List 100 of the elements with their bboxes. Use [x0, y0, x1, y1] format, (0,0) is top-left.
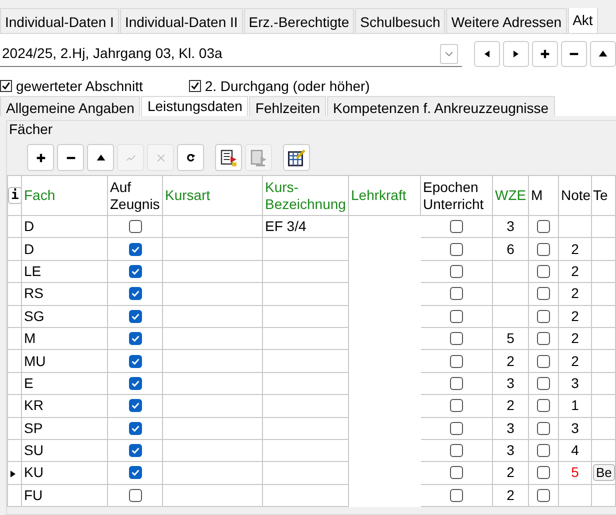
cell-button[interactable]: Be	[593, 464, 614, 482]
table-cell: LE	[22, 260, 108, 283]
triangle-left-button[interactable]	[474, 41, 500, 67]
tab[interactable]: Allgemeine Angaben	[0, 96, 140, 116]
checkbox[interactable]	[450, 354, 463, 368]
column-header: Kurs-Bezeichnung	[262, 176, 348, 216]
checkbox[interactable]	[450, 444, 463, 458]
checkbox[interactable]	[537, 422, 550, 435]
checkbox[interactable]	[537, 332, 550, 346]
checkbox[interactable]	[128, 264, 142, 278]
document-button[interactable]	[215, 144, 242, 171]
checkbox[interactable]	[450, 399, 463, 412]
check-icon	[1, 81, 11, 91]
plus-icon	[540, 49, 550, 59]
checkbox[interactable]	[537, 264, 550, 278]
column-header: WZE	[492, 176, 528, 216]
redo-button[interactable]	[177, 144, 204, 171]
section-dropdown[interactable]: 2024/25, 2.Hj, Jahrgang 03, Kl. 03a	[0, 41, 462, 67]
column-header: Note	[558, 176, 592, 216]
checkbox[interactable]	[537, 354, 550, 368]
tab[interactable]: Leistungsdaten	[141, 96, 248, 116]
table-cell: 2	[558, 327, 592, 350]
table-cell: 5	[492, 327, 528, 350]
plus-icon	[36, 152, 46, 162]
tab[interactable]: Fehlzeiten	[249, 96, 326, 116]
checkbox[interactable]	[450, 287, 463, 300]
checkbox[interactable]	[128, 399, 142, 412]
document-icon	[250, 148, 268, 166]
checkbox[interactable]	[537, 488, 550, 502]
tab[interactable]: Kompetenzen f. Ankreuzzeugnisse	[327, 96, 555, 116]
checkbox[interactable]	[537, 287, 550, 300]
checkbox[interactable]	[450, 422, 463, 435]
column-header: Te	[592, 176, 616, 216]
row-pointer-icon	[8, 468, 18, 479]
plus-button[interactable]	[532, 41, 558, 67]
checkbox[interactable]	[537, 444, 550, 458]
check-icon	[130, 445, 140, 456]
checkbox[interactable]	[188, 80, 201, 92]
checkbox[interactable]	[450, 376, 463, 390]
tab[interactable]: Schulbesuch	[355, 8, 446, 33]
checkbox[interactable]	[537, 466, 550, 480]
checkbox[interactable]	[128, 376, 142, 390]
checkbox[interactable]	[128, 488, 142, 502]
checkbox[interactable]	[450, 488, 463, 502]
tab[interactable]: Individual-Daten II	[120, 8, 243, 33]
triangle-right-button[interactable]	[503, 41, 529, 67]
checkbox[interactable]	[450, 332, 463, 346]
plus-button[interactable]	[27, 144, 54, 171]
info-button[interactable]: i	[8, 187, 20, 204]
row-indicator[interactable]	[8, 462, 22, 484]
checkbox[interactable]	[450, 264, 463, 278]
table-cell: SG	[22, 305, 108, 328]
checkbox[interactable]	[537, 376, 550, 390]
checkbox[interactable]	[537, 220, 550, 234]
checkbox[interactable]	[128, 287, 142, 300]
table-cell: 2	[492, 462, 528, 484]
checkbox[interactable]	[450, 220, 463, 234]
table-cell: FU	[22, 484, 108, 507]
checkbox[interactable]	[450, 466, 463, 480]
table-cell: 3	[492, 439, 528, 462]
table-cell: E	[22, 372, 108, 395]
table-cell: 3	[492, 216, 528, 238]
table-cell: EF 3/4	[262, 216, 348, 238]
table-cell: 2	[558, 260, 592, 283]
table-cell: 4	[558, 439, 592, 462]
table-cell: 1	[558, 394, 592, 418]
tab[interactable]: Individual-Daten I	[0, 8, 119, 33]
table-edit-button[interactable]	[283, 144, 310, 171]
tab[interactable]: Akt	[568, 8, 598, 33]
checkbox[interactable]	[537, 242, 550, 256]
checkbox[interactable]	[128, 354, 142, 368]
cross-icon	[156, 152, 166, 162]
table-cell: SP	[22, 417, 108, 440]
checkbox[interactable]	[128, 332, 142, 346]
table-cell: 3	[492, 372, 528, 395]
table-edit-icon	[288, 148, 306, 166]
checkbox[interactable]	[537, 399, 550, 412]
triangle-right-icon	[511, 49, 521, 59]
minus-button[interactable]	[561, 41, 587, 67]
check-icon	[130, 400, 140, 412]
checkbox[interactable]	[450, 242, 463, 256]
checkbox[interactable]	[537, 310, 550, 323]
minus-button[interactable]	[57, 144, 84, 171]
checkbox[interactable]	[128, 310, 142, 323]
checkbox[interactable]	[450, 310, 463, 323]
checkbox[interactable]	[0, 80, 12, 92]
checkbox[interactable]	[128, 242, 142, 256]
triangle-up-button[interactable]	[87, 144, 114, 171]
checkbox[interactable]	[128, 444, 142, 458]
tab[interactable]: Weitere Adressen	[446, 8, 567, 33]
group-title: Fächer	[8, 120, 54, 139]
checkbox[interactable]	[128, 466, 142, 480]
column-header: Auf Zeugnis	[108, 176, 162, 216]
checkbox[interactable]	[128, 220, 142, 234]
tab[interactable]: Erz.-Berechtigte	[244, 8, 354, 33]
triangle-up-button[interactable]	[590, 41, 616, 67]
table-cell: KR	[22, 394, 108, 418]
checkbox[interactable]	[128, 422, 142, 435]
table-cell: MU	[22, 350, 108, 372]
column-header: Epochen Unterricht	[420, 176, 492, 216]
